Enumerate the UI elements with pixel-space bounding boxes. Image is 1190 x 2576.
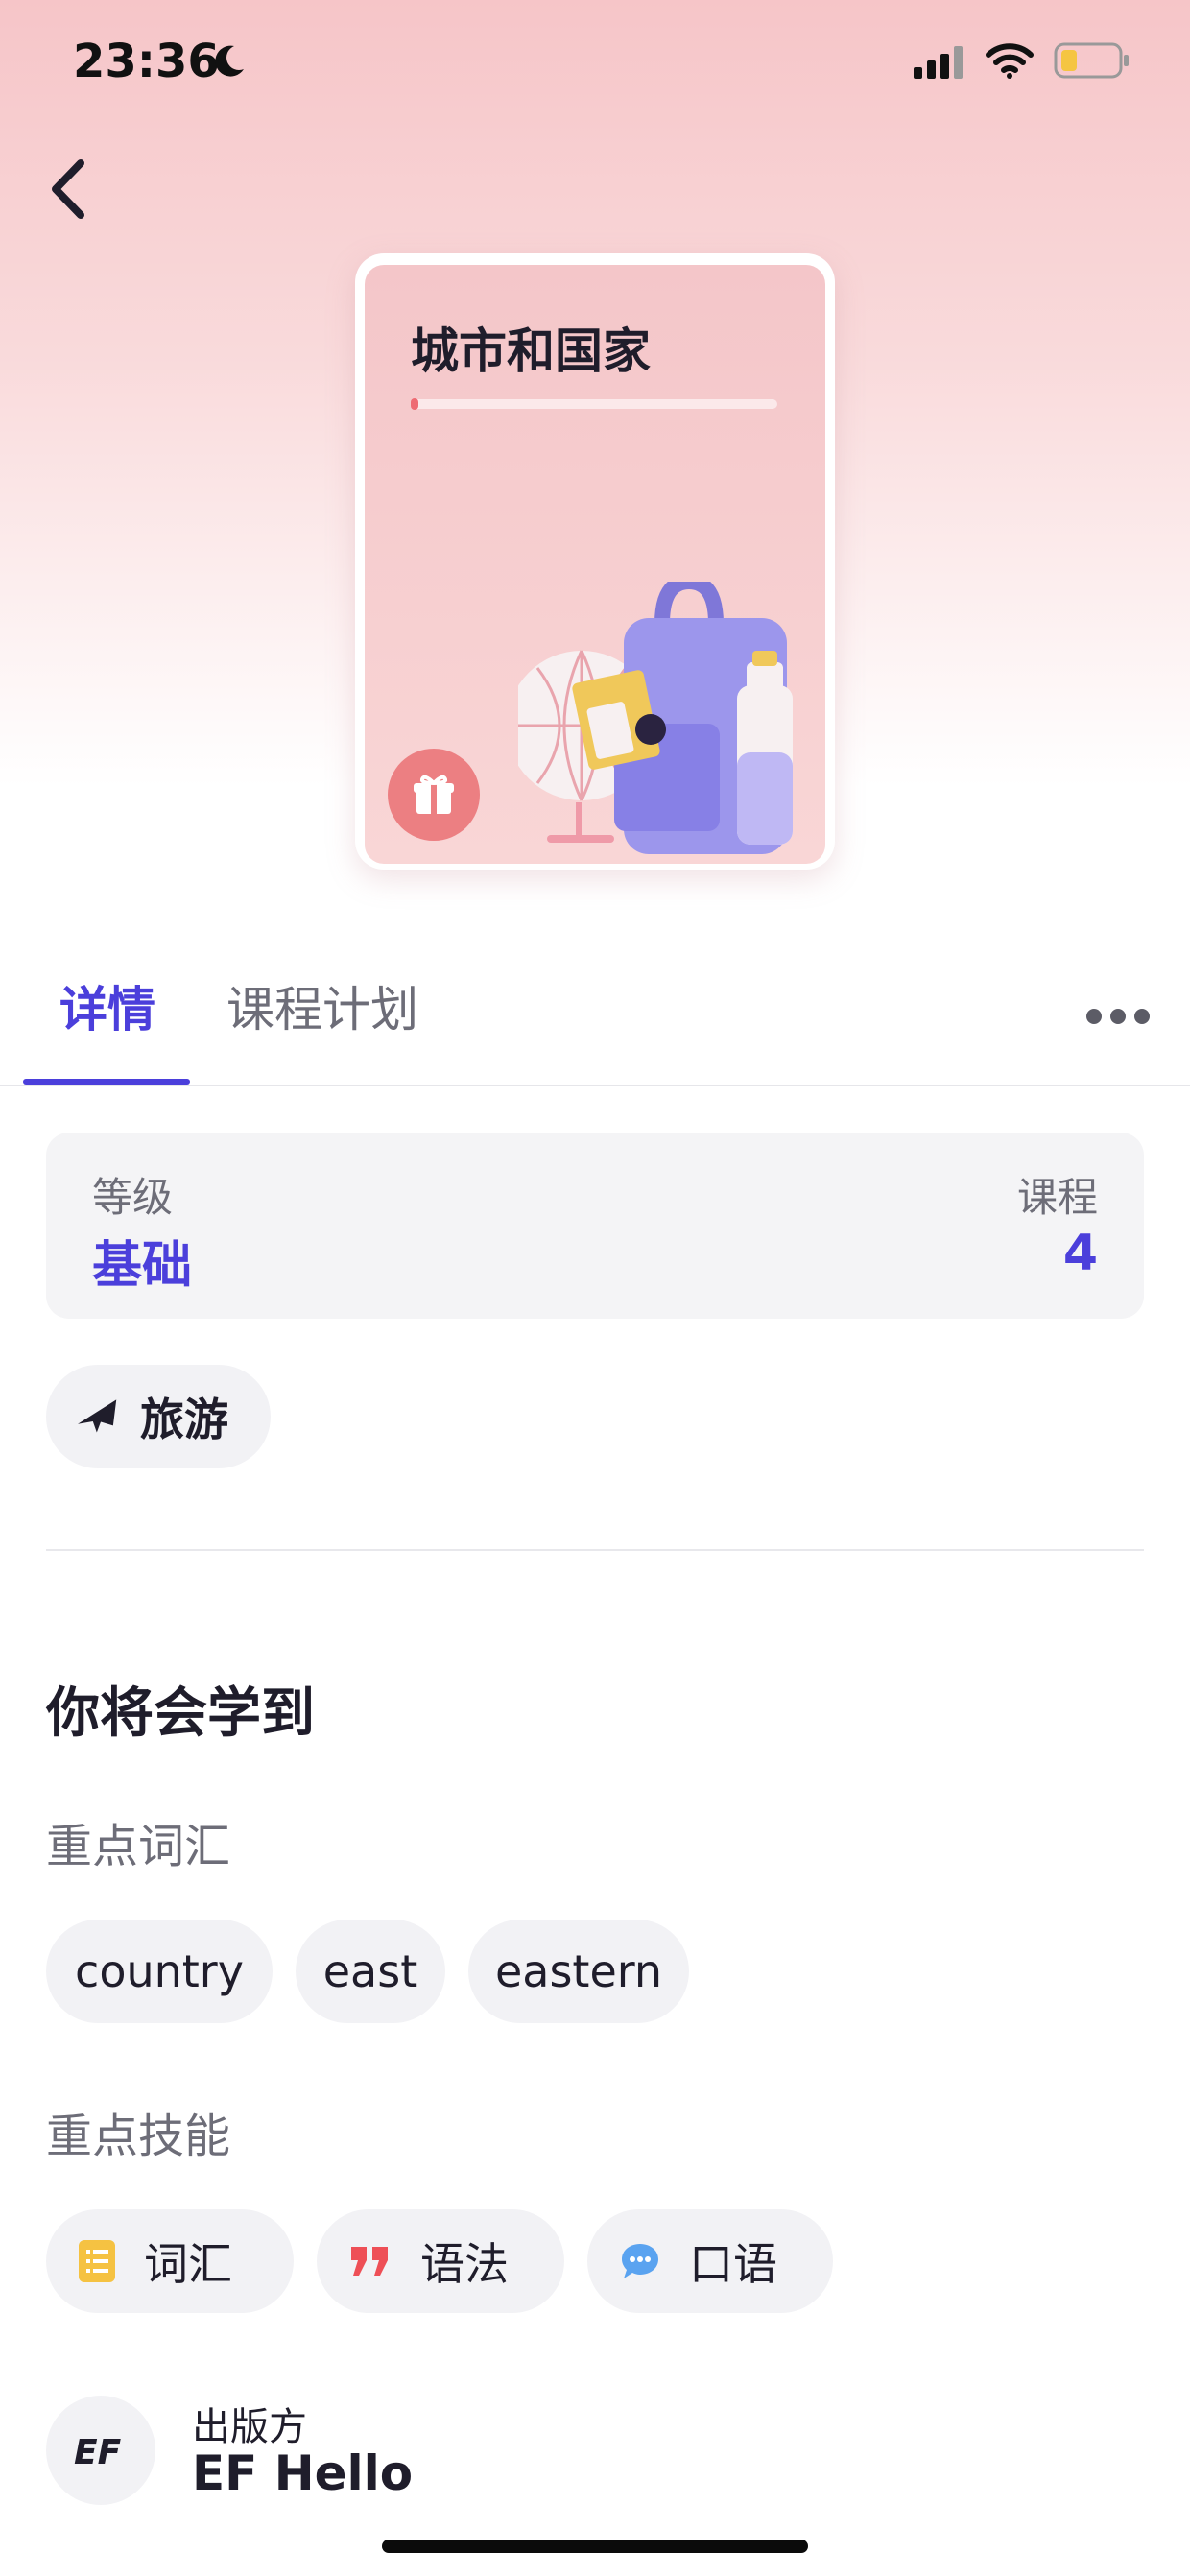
tab-bar: 详情 课程计划 (0, 950, 1190, 1086)
course-info-box: 等级 基础 课程 4 (46, 1133, 1144, 1319)
gift-badge[interactable] (388, 749, 480, 841)
signal-icon (914, 46, 963, 79)
lessons-count: 4 (1062, 1225, 1098, 1282)
skill-label: 语法 (420, 2238, 509, 2290)
tab-details[interactable]: 详情 (60, 971, 155, 1040)
vocab-word: country (46, 1920, 273, 2023)
topic-label: 旅游 (140, 1394, 228, 1445)
battery-icon (1054, 42, 1129, 79)
active-tab-indicator (23, 1079, 190, 1085)
level-label: 等级 (92, 1174, 174, 1221)
airplane-icon (78, 1399, 117, 1433)
travel-illustration (518, 582, 793, 854)
back-button[interactable] (42, 154, 96, 225)
vocabulary-icon (79, 2240, 115, 2282)
status-time: 23:36 (73, 35, 220, 88)
vocab-word: eastern (468, 1920, 689, 2023)
tab-course-plan[interactable]: 课程计划 (226, 971, 418, 1040)
course-progress-fill (411, 398, 418, 410)
skills-heading: 重点技能 (46, 2110, 231, 2163)
skill-speaking: 口语 (587, 2209, 833, 2313)
publisher-logo-text: EF (74, 2433, 122, 2472)
level-value: 基础 (92, 1237, 193, 1295)
skill-vocabulary: 词汇 (46, 2209, 294, 2313)
chat-bubble-icon (622, 2244, 658, 2278)
skill-label: 词汇 (144, 2238, 232, 2290)
home-indicator[interactable] (382, 2540, 808, 2553)
topic-tag[interactable]: 旅游 (46, 1365, 271, 1468)
chevron-left-icon (52, 159, 84, 219)
gift-icon (414, 775, 454, 814)
course-title: 城市和国家 (411, 323, 651, 379)
skill-grammar: 语法 (317, 2209, 564, 2313)
wifi-icon (986, 43, 1034, 79)
more-icon (1086, 1009, 1150, 1024)
section-divider (46, 1549, 1144, 1551)
course-cover: 城市和国家 (365, 265, 825, 864)
vocab-word: east (296, 1920, 445, 2023)
skill-label: 口语 (689, 2238, 777, 2290)
publisher-logo: EF (46, 2396, 155, 2505)
course-progress-bar (411, 398, 777, 410)
moon-icon (215, 45, 244, 77)
quote-icon (351, 2247, 388, 2276)
vocabulary-heading: 重点词汇 (46, 1820, 231, 1873)
learn-heading: 你将会学到 (46, 1682, 315, 1745)
publisher-name: EF Hello (192, 2445, 414, 2501)
lessons-label: 课程 (1016, 1174, 1098, 1221)
more-options-button[interactable] (1084, 1002, 1152, 1031)
publisher-label: 出版方 (192, 2405, 307, 2449)
